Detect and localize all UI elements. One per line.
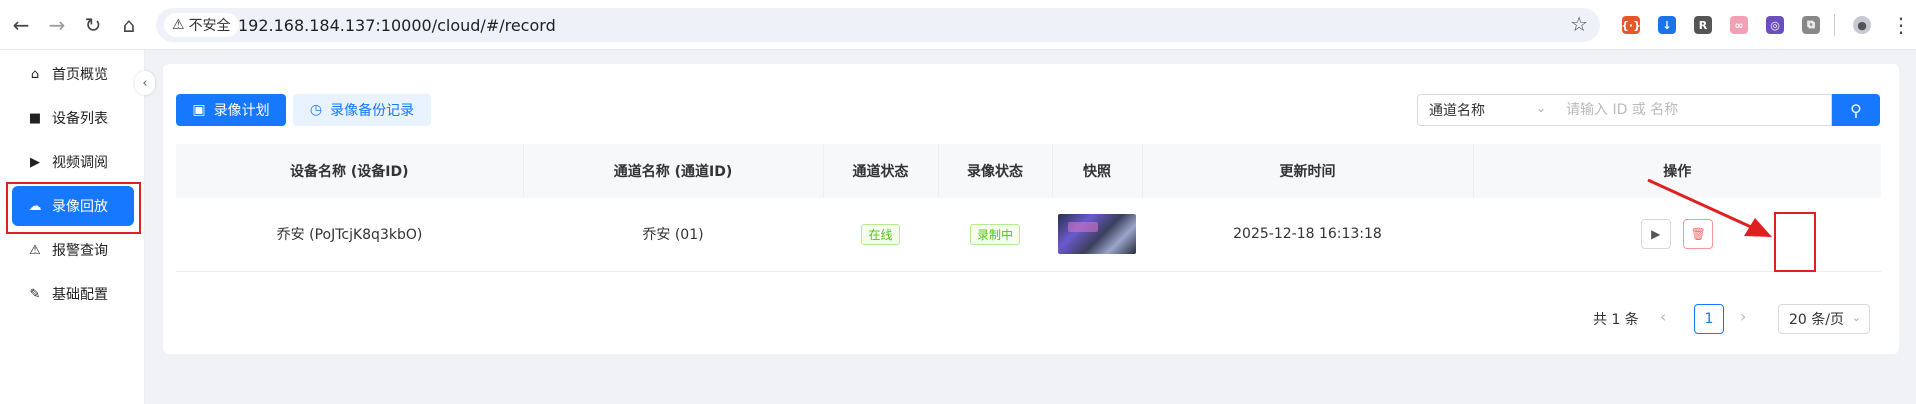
table-header-row: 设备名称 (设备ID) 通道名称 (通道ID) 通道状态 录像状态 快照 更新时… xyxy=(176,144,1881,198)
record-status-badge: 录制中 xyxy=(969,223,1020,245)
calendar-icon: ▣ xyxy=(192,102,206,118)
warning-icon: ⚠ xyxy=(172,17,185,33)
column-header-channel: 通道名称 (通道ID) xyxy=(523,144,824,198)
record-card: ▣ 录像计划 ◷ 录像备份记录 通道名称 ⌄ ⚲ 设备名称 (设备ID) 通道名… xyxy=(163,64,1899,354)
next-page-icon[interactable]: › xyxy=(1740,307,1746,326)
ext-r-icon[interactable]: R xyxy=(1694,16,1712,34)
browser-toolbar: ← → ↻ ⌂ ⚠ 不安全 192.168.184.137:10000/clou… xyxy=(0,0,1916,50)
record-table: 设备名称 (设备ID) 通道名称 (通道ID) 通道状态 录像状态 快照 更新时… xyxy=(176,144,1881,272)
sidebar-item-label: 报警查询 xyxy=(52,243,108,259)
page-number-current[interactable]: 1 xyxy=(1694,304,1724,334)
cell-channel: 乔安 (01) xyxy=(642,227,704,244)
delete-button[interactable]: 🗑 xyxy=(1683,219,1714,250)
column-header-record-status: 录像状态 xyxy=(938,144,1053,198)
pagination-total: 共 1 条 xyxy=(1593,312,1639,328)
security-label: 不安全 xyxy=(188,18,231,34)
search-field-value: 通道名称 xyxy=(1429,103,1485,119)
prev-page-icon[interactable]: ‹ xyxy=(1660,307,1666,326)
home-icon: ⌂ xyxy=(30,66,40,82)
camera-icon: ■ xyxy=(28,110,42,126)
sidebar-item-5[interactable]: ✎ 基础配置 xyxy=(12,274,134,314)
ext-purple-icon[interactable]: ◎ xyxy=(1766,16,1784,34)
sidebar-collapse-button[interactable]: ‹ xyxy=(135,71,155,95)
sidebar-item-label: 设备列表 xyxy=(52,111,108,127)
url-text[interactable]: 192.168.184.137:10000/cloud/#/record xyxy=(238,16,556,35)
highlight-box-play xyxy=(1774,212,1816,272)
column-header-snapshot: 快照 xyxy=(1052,144,1143,198)
search-icon: ⚲ xyxy=(1850,100,1862,120)
toolbar-divider xyxy=(1834,14,1835,36)
cell-updated: 2025-12-18 16:13:18 xyxy=(1233,226,1382,243)
trash-icon: 🗑 xyxy=(1690,227,1706,242)
sidebar-item-label: 首页概览 xyxy=(52,67,108,83)
page-size-value: 20 条/页 xyxy=(1789,312,1844,328)
chevron-down-icon: ⌄ xyxy=(1535,101,1546,115)
alarm-icon: ⚠ xyxy=(29,242,41,258)
highlight-box-menu xyxy=(6,182,141,234)
clock-icon: ◷ xyxy=(309,102,323,118)
record-plan-label: 录像计划 xyxy=(213,103,270,119)
ext-blue-icon[interactable]: ↓ xyxy=(1658,16,1676,34)
main-content: ▣ 录像计划 ◷ 录像备份记录 通道名称 ⌄ ⚲ 设备名称 (设备ID) 通道名… xyxy=(145,50,1916,404)
sidebar-item-4[interactable]: ⚠ 报警查询 xyxy=(12,230,134,270)
ext-puzzle-icon[interactable]: ⧉ xyxy=(1802,16,1820,34)
column-header-channel-status: 通道状态 xyxy=(823,144,939,198)
ext-pink-icon[interactable]: ∞ xyxy=(1730,16,1748,34)
sidebar-item-1[interactable]: ■ 设备列表 xyxy=(12,98,134,138)
search-button[interactable]: ⚲ xyxy=(1832,94,1880,126)
sidebar-item-0[interactable]: ⌂ 首页概览 xyxy=(12,54,134,94)
play-button[interactable]: ▶ xyxy=(1640,219,1671,250)
snapshot-thumbnail[interactable] xyxy=(1058,214,1136,255)
address-bar[interactable]: ⚠ 不安全 192.168.184.137:10000/cloud/#/reco… xyxy=(156,8,1600,42)
record-plan-button[interactable]: ▣ 录像计划 xyxy=(176,94,286,126)
page-size-select[interactable]: 20 条/页 ⌄ xyxy=(1778,304,1870,334)
bookmark-star-icon[interactable]: ☆ xyxy=(1570,12,1588,36)
sidebar-item-2[interactable]: ▶ 视频调阅 xyxy=(12,142,134,182)
table-row: 乔安 (PoJTcjK8q3kbO) 乔安 (01) 在线 录制中 2025-1… xyxy=(176,198,1881,271)
chevron-down-icon: ⌄ xyxy=(1851,311,1861,324)
sidebar-item-label: 视频调阅 xyxy=(52,155,108,171)
forward-icon[interactable]: → xyxy=(42,10,72,40)
backup-records-button[interactable]: ◷ 录像备份记录 xyxy=(293,94,431,126)
profile-avatar[interactable]: ● xyxy=(1853,16,1871,34)
column-header-device: 设备名称 (设备ID) xyxy=(176,144,524,198)
browser-menu-icon[interactable]: ⋮ xyxy=(1886,10,1916,40)
security-indicator[interactable]: ⚠ 不安全 xyxy=(164,13,239,37)
sidebar-item-label: 基础配置 xyxy=(52,287,108,303)
search-input[interactable] xyxy=(1556,94,1832,126)
play-icon: ▶ xyxy=(1651,227,1661,242)
search-field-select[interactable]: 通道名称 ⌄ xyxy=(1417,94,1557,126)
edit-icon: ✎ xyxy=(29,286,41,302)
reload-icon[interactable]: ↻ xyxy=(78,10,108,40)
column-header-actions: 操作 xyxy=(1663,164,1692,180)
play-icon: ▶ xyxy=(30,154,40,170)
backup-records-label: 录像备份记录 xyxy=(330,103,415,119)
column-header-updated: 更新时间 xyxy=(1142,144,1474,198)
channel-status-badge: 在线 xyxy=(861,223,900,245)
ext-red-icon[interactable]: {·} xyxy=(1621,16,1641,34)
back-icon[interactable]: ← xyxy=(6,10,36,40)
home-icon[interactable]: ⌂ xyxy=(114,10,144,40)
cell-device: 乔安 (PoJTcjK8q3kbO) xyxy=(276,227,423,244)
